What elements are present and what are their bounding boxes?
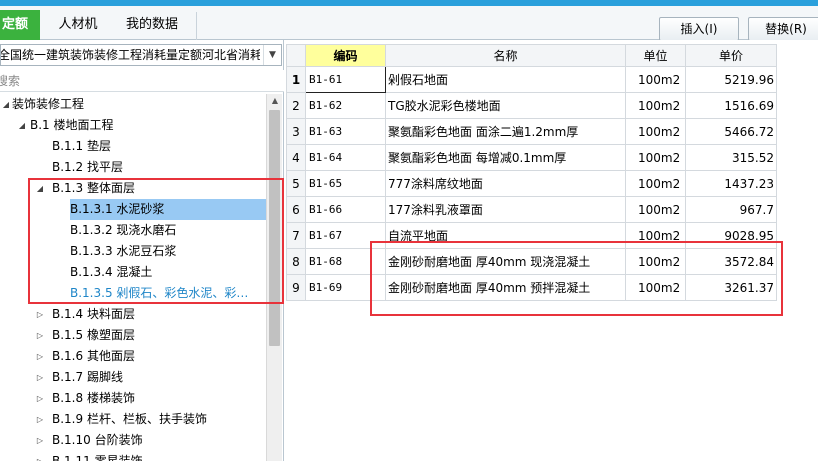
name-cell[interactable]: 777涂料席纹地面 xyxy=(385,170,626,197)
quota-library-value: 全国统一建筑装饰装修工程消耗量定额河北省消耗量 xyxy=(0,48,260,62)
code-cell[interactable]: B1-65 xyxy=(305,170,386,197)
code-cell[interactable]: B1-63 xyxy=(305,118,386,145)
row-number: 8 xyxy=(286,248,306,275)
price-cell[interactable]: 5219.96 xyxy=(685,66,777,93)
name-cell[interactable]: 177涂料乳液罩面 xyxy=(385,196,626,223)
collapsed-arrow-icon[interactable]: ▷ xyxy=(34,388,46,409)
row-number: 5 xyxy=(286,170,306,197)
row-number: 2 xyxy=(286,92,306,119)
replace-button[interactable]: 替换(R) xyxy=(748,17,818,41)
expanded-arrow-icon[interactable]: ◢ xyxy=(0,94,12,115)
tree-node[interactable]: ▷ B.1.7 踢脚线 xyxy=(0,367,266,388)
unit-cell[interactable]: 100m2 xyxy=(625,66,686,93)
unit-cell[interactable]: 100m2 xyxy=(625,118,686,145)
collapsed-arrow-icon[interactable]: ▷ xyxy=(34,304,46,325)
name-cell[interactable]: TG胶水泥彩色楼地面 xyxy=(385,92,626,119)
code-column-header[interactable]: 编码 xyxy=(305,44,386,67)
tree-node[interactable]: B.1.2 找平层 xyxy=(0,157,266,178)
annotation-box-tree xyxy=(28,178,284,304)
collapsed-arrow-icon[interactable]: ▷ xyxy=(34,409,46,430)
price-cell[interactable]: 967.7 xyxy=(685,196,777,223)
tab-labor-material-machine[interactable]: 人材机 xyxy=(48,10,108,40)
expanded-arrow-icon[interactable]: ◢ xyxy=(16,115,28,136)
collapsed-arrow-icon[interactable]: ▷ xyxy=(34,430,46,451)
price-column-header[interactable]: 单价 xyxy=(685,44,777,67)
name-cell[interactable]: 聚氨酯彩色地面 面涂二遍1.2mm厚 xyxy=(385,118,626,145)
code-cell[interactable]: B1-62 xyxy=(305,92,386,119)
table-header-row: 编码 名称 单位 单价 xyxy=(286,44,777,67)
table-row[interactable]: 4 B1-64 聚氨酯彩色地面 每增减0.1mm厚 100m2 315.52 xyxy=(286,144,777,171)
unit-column-header[interactable]: 单位 xyxy=(625,44,686,67)
code-cell[interactable]: B1-64 xyxy=(305,144,386,171)
tree-node[interactable]: ◢ 装饰装修工程 xyxy=(0,94,266,115)
chevron-down-icon[interactable]: ▼ xyxy=(263,45,281,65)
price-cell[interactable]: 315.52 xyxy=(685,144,777,171)
insert-button[interactable]: 插入(I) xyxy=(659,17,739,41)
row-number: 3 xyxy=(286,118,306,145)
tab-my-data[interactable]: 我的数据 xyxy=(116,10,188,40)
price-cell[interactable]: 1516.69 xyxy=(685,92,777,119)
tree-node[interactable]: ▷ B.1.5 橡塑面层 xyxy=(0,325,266,346)
quota-library-dropdown[interactable]: 全国统一建筑装饰装修工程消耗量定额河北省消耗量 ▼ xyxy=(0,44,282,66)
unit-cell[interactable]: 100m2 xyxy=(625,144,686,171)
name-column-header[interactable]: 名称 xyxy=(385,44,626,67)
tree-node[interactable]: ◢ B.1 楼地面工程 xyxy=(0,115,266,136)
price-cell[interactable]: 1437.23 xyxy=(685,170,777,197)
name-cell[interactable]: 剁假石地面 xyxy=(385,66,626,93)
table-row[interactable]: 3 B1-63 聚氨酯彩色地面 面涂二遍1.2mm厚 100m2 5466.72 xyxy=(286,118,777,145)
row-number-header xyxy=(286,44,306,67)
unit-cell[interactable]: 100m2 xyxy=(625,196,686,223)
table-row[interactable]: 2 B1-62 TG胶水泥彩色楼地面 100m2 1516.69 xyxy=(286,92,777,119)
tree-node[interactable]: ▷ B.1.11 零星装饰 xyxy=(0,451,266,461)
tree-node[interactable]: ▷ B.1.8 楼梯装饰 xyxy=(0,388,266,409)
tree-node[interactable]: ▷ B.1.4 块料面层 xyxy=(0,304,266,325)
tab-quota[interactable]: 定额 xyxy=(0,10,40,40)
row-number: 6 xyxy=(286,196,306,223)
tab-divider xyxy=(196,12,197,40)
name-cell[interactable]: 聚氨酯彩色地面 每增减0.1mm厚 xyxy=(385,144,626,171)
unit-cell[interactable]: 100m2 xyxy=(625,92,686,119)
collapsed-arrow-icon[interactable]: ▷ xyxy=(34,325,46,346)
search-placeholder: 搜索 xyxy=(0,74,21,88)
row-number: 4 xyxy=(286,144,306,171)
tree-node[interactable]: ▷ B.1.9 栏杆、栏板、扶手装饰 xyxy=(0,409,266,430)
row-number: 7 xyxy=(286,222,306,249)
tree-node[interactable]: ▷ B.1.6 其他面层 xyxy=(0,346,266,367)
table-row[interactable]: 6 B1-66 177涂料乳液罩面 100m2 967.7 xyxy=(286,196,777,223)
tree-node[interactable]: ▷ B.1.10 台阶装饰 xyxy=(0,430,266,451)
tab-bar: 定额 人材机 我的数据 插入(I) 替换(R) xyxy=(0,6,818,41)
collapsed-arrow-icon[interactable]: ▷ xyxy=(34,367,46,388)
collapsed-arrow-icon[interactable]: ▷ xyxy=(34,346,46,367)
annotation-box-rows xyxy=(370,241,783,316)
scroll-up-icon[interactable]: ▲ xyxy=(267,94,283,108)
code-cell[interactable]: B1-61 xyxy=(305,66,386,93)
unit-cell[interactable]: 100m2 xyxy=(625,170,686,197)
search-input[interactable]: 搜索 xyxy=(0,70,284,92)
price-cell[interactable]: 5466.72 xyxy=(685,118,777,145)
code-cell[interactable]: B1-66 xyxy=(305,196,386,223)
row-number: 1 xyxy=(286,66,306,93)
table-row[interactable]: 5 B1-65 777涂料席纹地面 100m2 1437.23 xyxy=(286,170,777,197)
table-row[interactable]: 1 B1-61 剁假石地面 100m2 5219.96 xyxy=(286,66,777,93)
collapsed-arrow-icon[interactable]: ▷ xyxy=(34,451,46,461)
row-number: 9 xyxy=(286,274,306,301)
tree-node[interactable]: B.1.1 垫层 xyxy=(0,136,266,157)
